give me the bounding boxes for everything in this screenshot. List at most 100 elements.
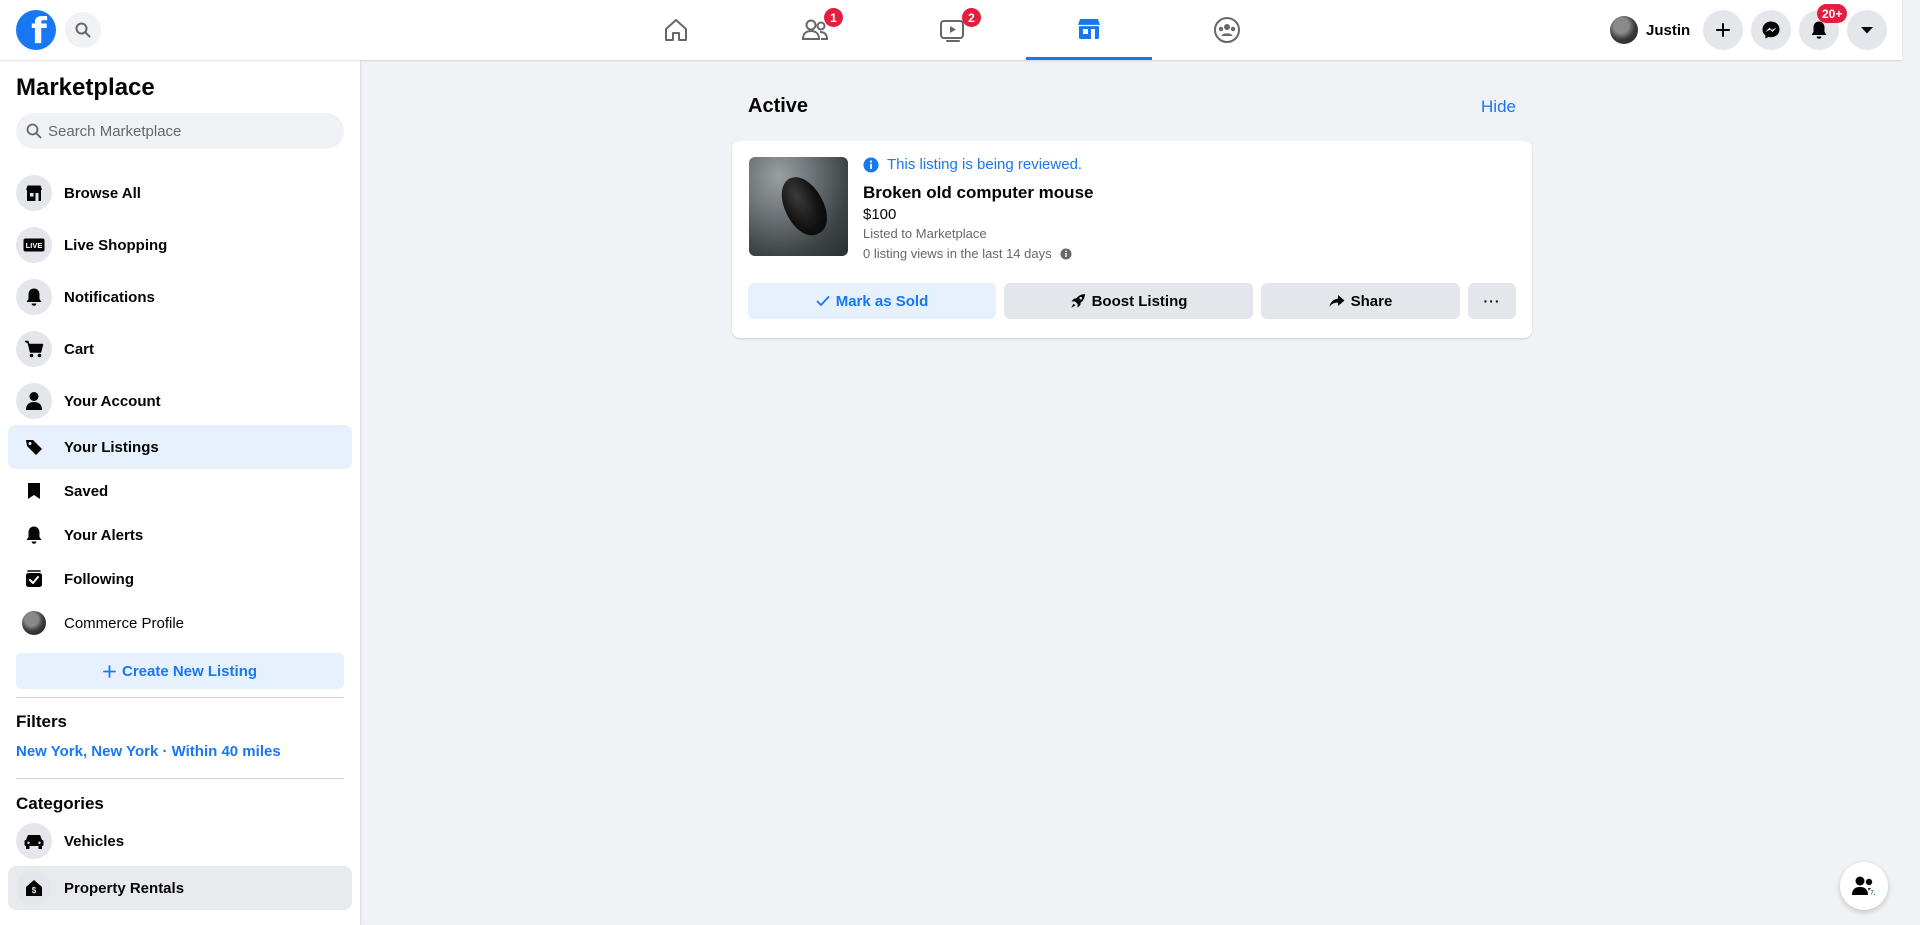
sidebar-item-label: Live Shopping	[64, 236, 168, 254]
home-icon	[665, 19, 687, 41]
tab-home[interactable]	[613, 0, 739, 60]
sidebar-item-following[interactable]: Following	[8, 557, 352, 601]
info-icon[interactable]	[1060, 248, 1072, 260]
search-icon	[75, 22, 91, 38]
categories-heading: Categories	[16, 794, 104, 813]
top-navigation-bar: f 1 2 Justin 20+	[0, 0, 1902, 60]
bell-icon	[1811, 21, 1827, 39]
notifications-badge: 20+	[1817, 4, 1848, 23]
listing-price: $100	[863, 206, 897, 223]
facebook-logo[interactable]: f	[16, 10, 56, 50]
sidebar-item-property-rentals[interactable]: $ Property Rentals	[8, 866, 352, 910]
mark-as-sold-label: Mark as Sold	[835, 292, 929, 310]
share-button[interactable]: Share	[1261, 283, 1460, 319]
storefront-icon	[16, 175, 52, 211]
listing-photo[interactable]	[749, 157, 848, 256]
listing-views: 0 listing views in the last 14 days	[863, 246, 1072, 261]
cart-icon	[16, 331, 52, 367]
svg-text:7: 7	[1870, 890, 1874, 897]
search-button[interactable]	[65, 12, 101, 48]
marketplace-search[interactable]	[16, 113, 344, 149]
tab-friends[interactable]: 1	[752, 0, 878, 60]
sidebar-item-cart[interactable]: Cart	[8, 327, 352, 371]
following-icon	[16, 561, 52, 597]
rocket-icon	[1070, 294, 1085, 308]
sidebar-item-label: Your Account	[64, 392, 161, 410]
sidebar-item-your-account[interactable]: Your Account	[8, 379, 352, 423]
notifications-button[interactable]: 20+	[1799, 4, 1848, 50]
sidebar-item-label: Saved	[64, 482, 109, 500]
listing-views-text: 0 listing views in the last 14 days	[863, 246, 1052, 261]
sidebar-item-your-listings[interactable]: Your Listings	[8, 425, 352, 469]
listing-title[interactable]: Broken old computer mouse	[863, 183, 1093, 203]
bookmark-icon	[16, 473, 52, 509]
account-menu-button[interactable]	[1847, 10, 1887, 50]
alert-bell-icon	[16, 517, 52, 553]
sidebar-item-label: Notifications	[64, 288, 155, 306]
share-icon	[1329, 295, 1345, 307]
sidebar-item-browse-all[interactable]: Browse All	[8, 171, 352, 215]
listing-destination: Listed to Marketplace	[863, 226, 987, 241]
avatar	[1610, 16, 1638, 44]
location-filter-link[interactable]: New York, New York · Within 40 miles	[16, 743, 281, 760]
sidebar-item-label: Your Listings	[64, 438, 159, 456]
boost-listing-label: Boost Listing	[1091, 292, 1188, 310]
live-icon: LIVE	[16, 227, 52, 263]
sidebar-item-vehicles[interactable]: Vehicles	[8, 819, 352, 863]
listing-card[interactable]: This listing is being reviewed. Broken o…	[732, 141, 1532, 338]
sidebar-item-saved[interactable]: Saved	[8, 469, 352, 513]
friends-badge: 1	[824, 8, 843, 27]
share-label: Share	[1350, 292, 1393, 310]
sidebar-item-live-shopping[interactable]: LIVE Live Shopping	[8, 223, 352, 267]
sidebar-item-label: Property Rentals	[64, 879, 185, 897]
tab-groups[interactable]	[1164, 0, 1290, 60]
house-icon: $	[16, 870, 52, 906]
boost-listing-button[interactable]: Boost Listing	[1004, 283, 1253, 319]
svg-text:LIVE: LIVE	[26, 241, 43, 250]
new-message-contacts-button[interactable]: 7	[1840, 862, 1888, 910]
create-menu-button[interactable]	[1703, 10, 1743, 50]
contacts-icon: 7	[1852, 876, 1876, 897]
review-notice: This listing is being reviewed.	[863, 156, 1082, 173]
checkmark-icon	[816, 296, 830, 306]
mark-as-sold-button[interactable]: Mark as Sold	[748, 283, 996, 319]
groups-icon	[1214, 17, 1240, 43]
filters-heading: Filters	[16, 712, 68, 731]
active-section-header: Active Hide	[748, 95, 1516, 118]
divider	[16, 778, 344, 779]
commerce-profile-avatar-wrap	[16, 605, 52, 641]
sidebar-item-label: Cart	[64, 340, 95, 358]
plus-icon	[103, 664, 116, 678]
car-icon	[16, 823, 52, 859]
marketplace-sidebar: Marketplace Browse All LIVE Live Shoppin…	[0, 60, 360, 925]
info-icon	[863, 157, 879, 172]
search-input[interactable]	[48, 122, 338, 140]
hide-link[interactable]: Hide	[1481, 97, 1516, 117]
section-title: Active	[748, 95, 809, 117]
page-scrollbar[interactable]	[1902, 0, 1920, 925]
person-icon	[16, 383, 52, 419]
tab-marketplace[interactable]	[1026, 0, 1152, 60]
more-options-icon: ···	[1483, 293, 1501, 309]
sidebar-item-your-alerts[interactable]: Your Alerts	[8, 513, 352, 557]
mouse-photo-shape	[772, 169, 836, 243]
page-title: Marketplace	[16, 74, 155, 101]
more-options-button[interactable]: ···	[1468, 283, 1516, 319]
tab-watch[interactable]: 2	[890, 0, 1016, 60]
facebook-logo-letter: f	[31, 11, 47, 50]
sidebar-item-label: Your Alerts	[64, 526, 144, 544]
divider	[16, 697, 344, 698]
create-new-listing-button[interactable]: Create New Listing	[16, 653, 344, 689]
sidebar-item-notifications[interactable]: Notifications	[8, 275, 352, 319]
review-notice-text: This listing is being reviewed.	[887, 156, 1083, 173]
sidebar-item-commerce-profile[interactable]: Commerce Profile	[8, 601, 352, 645]
profile-button[interactable]: Justin	[1606, 12, 1698, 48]
sidebar-item-label: Commerce Profile	[64, 614, 185, 632]
messenger-button[interactable]	[1751, 10, 1791, 50]
profile-name: Justin	[1646, 21, 1691, 39]
tag-icon	[16, 429, 52, 465]
svg-text:$: $	[32, 886, 37, 895]
create-new-listing-label: Create New Listing	[121, 662, 258, 680]
search-icon	[26, 123, 42, 139]
sidebar-item-label: Vehicles	[64, 832, 125, 850]
